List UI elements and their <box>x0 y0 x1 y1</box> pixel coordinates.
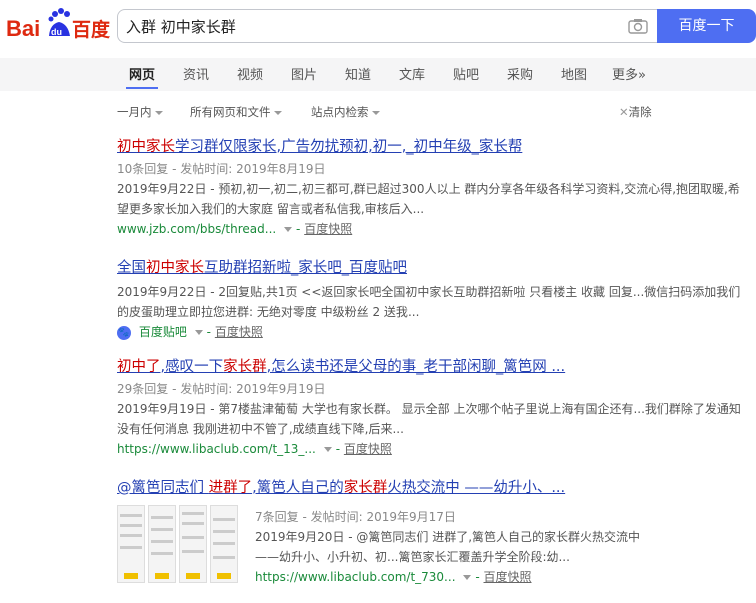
tab-purchase[interactable]: 采购 <box>507 64 533 83</box>
camera-icon[interactable] <box>628 18 648 34</box>
dropdown-arrow-icon[interactable] <box>463 575 472 580</box>
title-segment: 互助群招新啦_家长吧_百度贴吧 <box>204 260 407 276</box>
result-abstract: 2019年9月20日 - @篱笆同志们 进群了,篱笆人自己的家长群火热交流中 —… <box>255 530 641 564</box>
search-button[interactable]: 百度一下 <box>657 9 756 43</box>
filter-clear[interactable]: ✕清除 <box>619 104 652 120</box>
logo-bai: Bai <box>6 16 40 41</box>
chevron-down-icon <box>154 110 163 115</box>
search-result: 初中家长学习群仅限家长,广告勿扰预初,初一,_初中年级_家长帮 10条回复 - … <box>117 137 747 239</box>
result-url-line: www.jzb.com/bbs/thread... - 百度快照 <box>117 222 353 236</box>
search-box <box>117 9 658 43</box>
title-highlight: 初中家长 <box>146 260 204 276</box>
title-segment: ,怎么读书还是父母的事_老干部闲聊_篱笆网 ... <box>266 359 566 375</box>
result-body: 7条回复 - 发帖时间: 2019年9月17日 2019年9月20日 - @篱笆… <box>255 507 655 587</box>
title-segment: 家长 <box>247 139 277 155</box>
search-input[interactable] <box>126 10 616 42</box>
result-url[interactable]: https://www.libaclub.com/t_730... <box>255 570 456 584</box>
result-meta: 29条回复 - 发帖时间: 2019年9月19日 <box>117 382 326 396</box>
filter-time-label: 一月内 <box>117 105 152 119</box>
title-segment: 全国 <box>117 260 146 276</box>
baidu-paw-icon: 🐾 <box>117 325 131 340</box>
result-title[interactable]: 初中了,感叹一下家长群,怎么读书还是父母的事_老干部闲聊_篱笆网 ... <box>117 357 747 377</box>
thumbnail-image <box>148 505 176 583</box>
tab-more[interactable]: 更多» <box>612 64 646 83</box>
result-abstract: 2019年9月19日 - 第7楼盐津葡萄 大学也有家长群。 显示全部 上次哪个帖… <box>117 402 741 436</box>
tab-images[interactable]: 图片 <box>291 64 317 83</box>
result-abstract: 2019年9月22日 - 2回复贴,共1页 <<返回家长吧全国初中家长互助群招新… <box>117 285 741 319</box>
result-meta: 10条回复 - 发帖时间: 2019年8月19日 <box>117 162 326 176</box>
dropdown-arrow-icon[interactable] <box>323 447 332 452</box>
baidu-logo[interactable]: Bai du 百度 <box>6 6 111 46</box>
result-url[interactable]: https://www.libaclub.com/t_13_... <box>117 442 316 456</box>
thumbnail-image <box>210 505 238 583</box>
filter-time[interactable]: 一月内 <box>117 104 163 120</box>
thumbnail-image <box>117 505 145 583</box>
search-result: 初中了,感叹一下家长群,怎么读书还是父母的事_老干部闲聊_篱笆网 ... 29条… <box>117 357 747 459</box>
search-result: 全国初中家长互助群招新啦_家长吧_百度贴吧 2019年9月22日 - 2回复贴,… <box>117 258 747 342</box>
tab-tieba[interactable]: 贴吧 <box>453 64 479 83</box>
dropdown-arrow-icon[interactable] <box>194 330 203 335</box>
title-highlight: 进群了 <box>208 480 253 496</box>
result-url[interactable]: 百度贴吧 <box>139 325 187 339</box>
result-thumbnail[interactable] <box>117 505 238 583</box>
title-highlight: 家长群 <box>343 480 388 496</box>
title-segment: 火热交流中 ——幼升小、... <box>387 480 566 496</box>
title-highlight: 家长群 <box>223 359 267 375</box>
title-highlight: 初中了 <box>117 359 161 375</box>
logo-baidu-cn: 百度 <box>72 18 110 41</box>
title-segment: ,篱笆人自己的 <box>252 480 344 496</box>
result-abstract: 2019年9月22日 - 预初,初一,初二,初三都可,群已超过300人以上 群内… <box>117 182 740 216</box>
chevron-down-icon <box>273 110 282 115</box>
tab-map[interactable]: 地图 <box>561 64 587 83</box>
dropdown-arrow-icon[interactable] <box>284 227 293 232</box>
result-url-line: https://www.libaclub.com/t_13_... - 百度快照 <box>117 442 392 456</box>
title-segment: ,广告勿扰预初,初一,_初中年级_家长帮 <box>276 139 523 155</box>
nav-tabs: 网页 资讯 视频 图片 知道 文库 贴吧 采购 地图 更多» <box>0 58 756 91</box>
result-title[interactable]: 初中家长学习群仅限家长,广告勿扰预初,初一,_初中年级_家长帮 <box>117 137 747 157</box>
snapshot-link[interactable]: 百度快照 <box>344 442 392 456</box>
tab-zhidao[interactable]: 知道 <box>345 64 371 83</box>
logo-du: du <box>51 27 62 37</box>
result-title[interactable]: @篱笆同志们 进群了,篱笆人自己的家长群火热交流中 ——幼升小、... <box>117 478 747 498</box>
close-icon: ✕ <box>619 105 629 119</box>
filter-type[interactable]: 所有网页和文件 <box>190 104 282 120</box>
tab-web[interactable]: 网页 <box>129 64 155 83</box>
baidu-logo-mark: Bai du 百度 <box>6 8 111 41</box>
result-url-line: https://www.libaclub.com/t_730... - 百度快照 <box>255 570 532 584</box>
result-title[interactable]: 全国初中家长互助群招新啦_家长吧_百度贴吧 <box>117 258 747 278</box>
title-segment: @篱笆同志们 <box>117 480 209 496</box>
result-meta: 7条回复 - 发帖时间: 2019年9月17日 <box>255 510 456 524</box>
title-highlight: 初中家长 <box>117 139 175 155</box>
title-segment: 学习群仅限 <box>175 139 248 155</box>
chevron-down-icon <box>371 110 380 115</box>
snapshot-link[interactable]: 百度快照 <box>304 222 352 236</box>
tab-wenku[interactable]: 文库 <box>399 64 425 83</box>
snapshot-link[interactable]: 百度快照 <box>215 325 263 339</box>
result-url[interactable]: www.jzb.com/bbs/thread... <box>117 222 276 236</box>
tab-video[interactable]: 视频 <box>237 64 263 83</box>
top-bar: Bai du 百度 百度一下 <box>0 0 756 58</box>
filter-site-label: 站点内检索 <box>311 105 369 119</box>
title-segment: ,感叹一下 <box>160 359 224 375</box>
filter-site[interactable]: 站点内检索 <box>311 104 380 120</box>
filter-type-label: 所有网页和文件 <box>190 105 271 119</box>
thumbnail-image <box>179 505 207 583</box>
filter-clear-label: 清除 <box>628 105 652 119</box>
tab-news[interactable]: 资讯 <box>183 64 209 83</box>
snapshot-link[interactable]: 百度快照 <box>484 570 532 584</box>
search-result: @篱笆同志们 进群了,篱笆人自己的家长群火热交流中 ——幼升小、... <box>117 478 747 498</box>
filter-bar: 一月内 所有网页和文件 站点内检索 ✕清除 <box>0 100 756 124</box>
result-url-line: 🐾 百度贴吧 - 百度快照 <box>117 325 263 340</box>
active-tab-indicator <box>126 87 158 89</box>
